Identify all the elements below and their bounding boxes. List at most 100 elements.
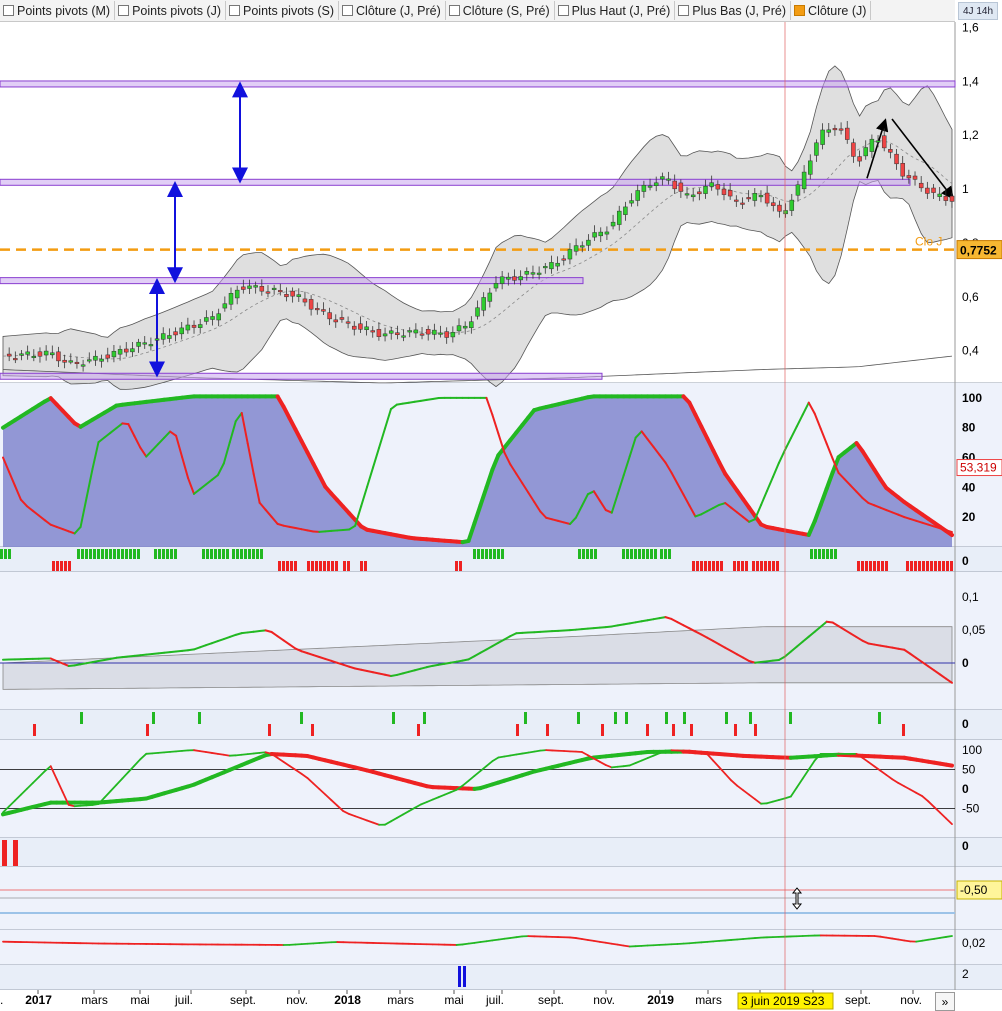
checkbox-icon[interactable] (229, 5, 240, 16)
candle (180, 328, 184, 334)
checkbox-icon[interactable] (449, 5, 460, 16)
candle (426, 329, 430, 334)
signal-bar (814, 549, 817, 559)
candle (888, 149, 892, 152)
signal-bar (946, 561, 949, 571)
signal-bar (668, 549, 671, 559)
signal-bar (910, 561, 913, 571)
signal-bar (109, 549, 112, 559)
checkbox-icon[interactable] (558, 5, 569, 16)
signal-bar (294, 561, 297, 571)
signal-bar (218, 549, 221, 559)
signal-bar (77, 549, 80, 559)
checkbox-icon[interactable] (118, 5, 129, 16)
chart-canvas[interactable]: 1,61,41,210,80,60,40,7752Clo J1008060402… (0, 0, 1002, 1010)
indicator-tab-1[interactable]: Points pivots (J) (115, 1, 226, 20)
rsi-fast-line (224, 755, 230, 756)
candle (901, 163, 905, 176)
candle (617, 211, 621, 224)
timeframe-badge[interactable]: 4J 14h (958, 2, 998, 20)
checkbox-icon[interactable] (678, 5, 689, 16)
scroll-right-button[interactable]: » (935, 992, 955, 1011)
panel-bg-9 (0, 965, 1002, 990)
indicator-tab-7[interactable]: Clôture (J) (791, 1, 871, 20)
signal-tick (789, 712, 792, 724)
indicator-tab-2[interactable]: Points pivots (S) (226, 1, 339, 20)
sr-zone-2 (0, 278, 583, 284)
candle (796, 185, 800, 195)
momentum-line (594, 941, 600, 942)
signal-bar (154, 549, 157, 559)
price-tick-label: 1,4 (962, 74, 979, 88)
candle (660, 177, 664, 179)
checkbox-icon[interactable] (342, 5, 353, 16)
candle (753, 193, 757, 200)
candle (186, 325, 190, 330)
signal-bar (881, 561, 884, 571)
candle (704, 186, 708, 193)
momentum-line (582, 939, 588, 940)
signal-bar (248, 549, 251, 559)
signal-bar (68, 561, 71, 571)
candle (771, 203, 775, 206)
signal-bar (60, 561, 63, 571)
candle (673, 181, 677, 189)
checkbox-icon[interactable] (3, 5, 14, 16)
momentum-line (904, 940, 910, 941)
indicator-tab-6[interactable]: Plus Bas (J, Pré) (675, 1, 791, 20)
rsi-fast-line (516, 754, 522, 755)
signal-bar (52, 561, 55, 571)
signal-bar (630, 549, 633, 559)
signal-bar (756, 561, 759, 571)
signal-bar (708, 561, 711, 571)
candle (315, 308, 319, 310)
sig2-label: 0 (962, 717, 969, 731)
signal-bar (170, 549, 173, 559)
signal-tick (614, 712, 617, 724)
stoch-tick-label: 100 (962, 391, 982, 405)
signal-tick (754, 724, 757, 736)
p7-label: 0,02 (962, 936, 986, 950)
indicator-tab-4[interactable]: Clôture (S, Pré) (446, 1, 555, 20)
indicator-tab-3[interactable]: Clôture (J, Pré) (339, 1, 446, 20)
indicator-tab-label: Plus Haut (J, Pré) (572, 4, 671, 18)
candle (432, 330, 436, 334)
candle (605, 232, 609, 234)
signal-bar (885, 561, 888, 571)
last-price-label: 0,7752 (960, 244, 997, 258)
signal-bar (737, 561, 740, 571)
indicator-tab-0[interactable]: Points pivots (M) (0, 1, 115, 20)
candle (223, 304, 227, 308)
candle (198, 324, 202, 327)
x-tick-label: 2017 (25, 993, 52, 1007)
candle (328, 313, 332, 319)
candle (944, 196, 948, 200)
x-tick-label: mai (130, 993, 149, 1007)
signal-bar (117, 549, 120, 559)
signal-bar (4, 549, 7, 559)
candle (827, 130, 831, 133)
price-tick-label: 1 (962, 182, 969, 196)
candle (161, 334, 165, 340)
momentum-line (480, 941, 486, 942)
signal-tick (300, 712, 303, 724)
candle (549, 262, 553, 268)
momentum-line (916, 941, 922, 942)
momentum-line (588, 940, 594, 941)
candle (272, 288, 276, 290)
rsi-fast-line (504, 756, 510, 757)
candle (13, 358, 17, 360)
rsi-fast-line (624, 765, 630, 766)
momentum-line (886, 938, 892, 939)
candle (519, 277, 523, 280)
candle (395, 333, 399, 335)
checkbox-icon[interactable] (794, 5, 805, 16)
signal-tick (268, 724, 271, 736)
indicator-tab-5[interactable]: Plus Haut (J, Pré) (555, 1, 676, 20)
candle (266, 292, 270, 294)
candle (919, 183, 923, 188)
signal-block-blue (458, 966, 461, 987)
candle (247, 286, 251, 289)
candle (358, 324, 362, 330)
candle (574, 246, 578, 252)
